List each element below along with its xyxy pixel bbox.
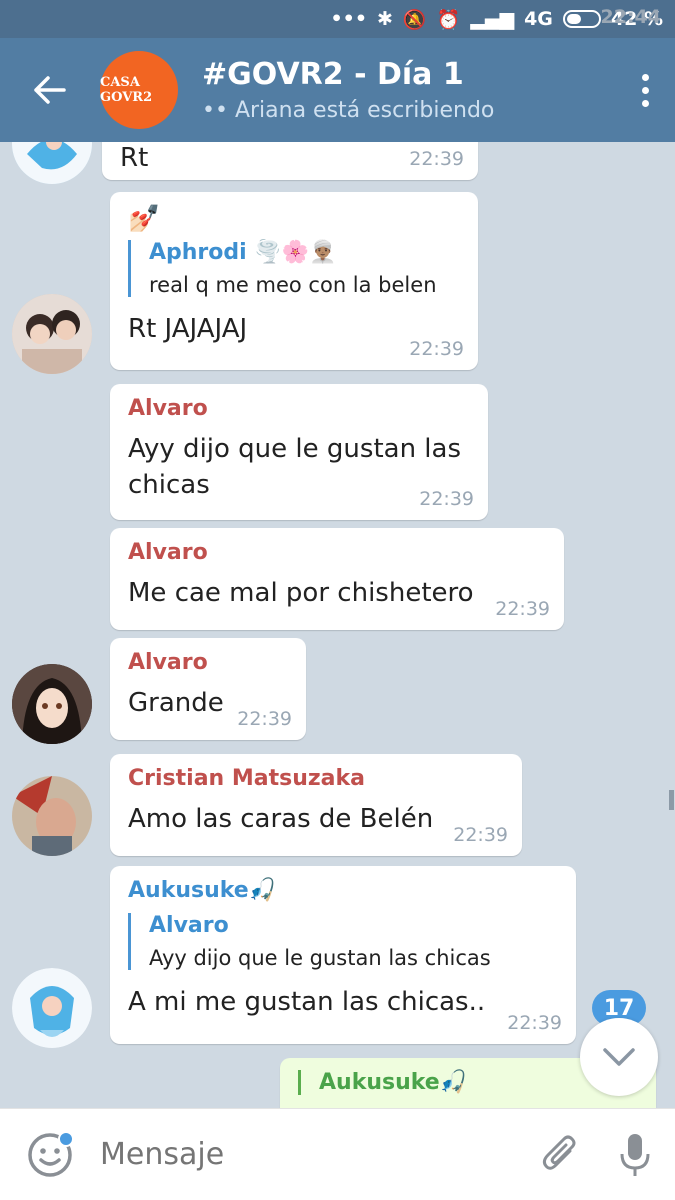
message-sender[interactable]: Aukusuke🎣	[128, 878, 558, 903]
avatar-anime-girl[interactable]	[12, 664, 92, 744]
signal-icon: ▂▄▆	[470, 8, 515, 30]
mute-icon: 🔕	[402, 8, 427, 31]
message-bubble[interactable]: Alvaro Grande 22:39	[110, 638, 306, 740]
emoji-button[interactable]	[0, 1109, 100, 1200]
reply-text: Ayy dijo que le gustan las chicas	[149, 946, 491, 970]
message-sender[interactable]: Alvaro	[128, 650, 288, 675]
message-time: 22:39	[495, 598, 550, 620]
message-bubble[interactable]: Alvaro Ayy dijo que le gustan las chicas…	[110, 384, 488, 520]
message-time: 22:39	[409, 338, 464, 360]
network-label: 4G	[524, 8, 553, 30]
message-text: Amo las caras de Belén	[128, 804, 434, 834]
message-time: 22:39	[409, 148, 464, 170]
more-menu-icon[interactable]	[615, 38, 675, 142]
typing-status: •• Ariana está escribiendo	[202, 98, 495, 123]
avatar-cristian[interactable]	[12, 776, 92, 856]
back-arrow-icon[interactable]	[0, 38, 100, 142]
message-composer	[0, 1108, 675, 1200]
message-time: 22:39	[419, 488, 474, 510]
message-sender[interactable]: Alvaro	[128, 396, 470, 421]
message-sender[interactable]: Cristian Matsuzaka	[128, 766, 504, 791]
message-text: A mi me gustan las chicas..	[128, 987, 486, 1017]
message-bubble[interactable]: Cristian Matsuzaka Amo las caras de Belé…	[110, 754, 522, 856]
reply-text: real q me meo con la belen	[149, 273, 437, 297]
message-bubble[interactable]: Rt 22:39	[102, 142, 478, 180]
message-time: 22:39	[237, 708, 292, 730]
attach-button[interactable]	[525, 1109, 595, 1200]
mic-button[interactable]	[595, 1109, 675, 1200]
chat-avatar-text: CASA GOVR2	[100, 75, 153, 105]
message-time: 22:39	[453, 824, 508, 846]
reply-quote[interactable]: Aphrodi 🌪️🌸👳🏽‍♂️ real q me meo con la be…	[128, 240, 460, 297]
chat-messages[interactable]: Rt 22:39 💅🏻 Aphrodi 🌪️🌸👳🏽‍♂️ real q me m…	[0, 142, 675, 1108]
emoji-notification-dot	[58, 1130, 74, 1147]
message-text-line1: Ayy dijo que le gustan las	[128, 434, 462, 464]
status-time: 22:44	[600, 6, 661, 28]
avatar-aukusuke[interactable]	[12, 968, 92, 1048]
avatar-user-photo[interactable]	[12, 294, 92, 374]
message-sender[interactable]: Alvaro	[128, 540, 546, 565]
nail-polish-emoji: 💅🏻	[128, 204, 161, 234]
notification-dots-icon: •••	[330, 8, 367, 30]
message-bubble[interactable]: 💅🏻 Aphrodi 🌪️🌸👳🏽‍♂️ real q me meo con la…	[110, 192, 478, 370]
alarm-icon: ⏰	[436, 8, 461, 31]
status-bar: 22:44 ••• ✱ 🔕 ⏰ ▂▄▆ 4G 42 %	[0, 0, 675, 38]
scrollbar[interactable]	[669, 790, 674, 810]
reply-quote[interactable]: Alvaro Ayy dijo que le gustan las chicas	[128, 913, 558, 970]
message-bubble[interactable]: Alvaro Me cae mal por chishetero 22:39	[110, 528, 564, 630]
chat-avatar[interactable]: CASA GOVR2	[100, 51, 178, 129]
chat-titles[interactable]: #GOVR2 - Día 1 •• Ariana está escribiend…	[202, 57, 494, 123]
message-input[interactable]	[100, 1137, 500, 1172]
bluetooth-icon: ✱	[376, 8, 393, 30]
chevron-down-icon	[603, 1048, 635, 1066]
reply-sender: Alvaro	[149, 913, 229, 938]
microphone-icon	[620, 1133, 650, 1176]
message-time: 22:39	[507, 1012, 562, 1034]
chat-header: CASA GOVR2 #GOVR2 - Día 1 •• Ariana está…	[0, 38, 675, 142]
message-bubble[interactable]: Aukusuke🎣 Alvaro Ayy dijo que le gustan …	[110, 866, 576, 1044]
scroll-down-button[interactable]	[580, 1018, 658, 1096]
reply-sender: Aphrodi 🌪️🌸👳🏽‍♂️	[149, 240, 337, 265]
chat-title: #GOVR2 - Día 1	[202, 57, 464, 92]
battery-icon	[562, 10, 601, 28]
paperclip-icon	[542, 1135, 576, 1170]
avatar-aukusuke-top[interactable]	[12, 142, 92, 184]
message-text: Me cae mal por chishetero	[128, 578, 474, 608]
